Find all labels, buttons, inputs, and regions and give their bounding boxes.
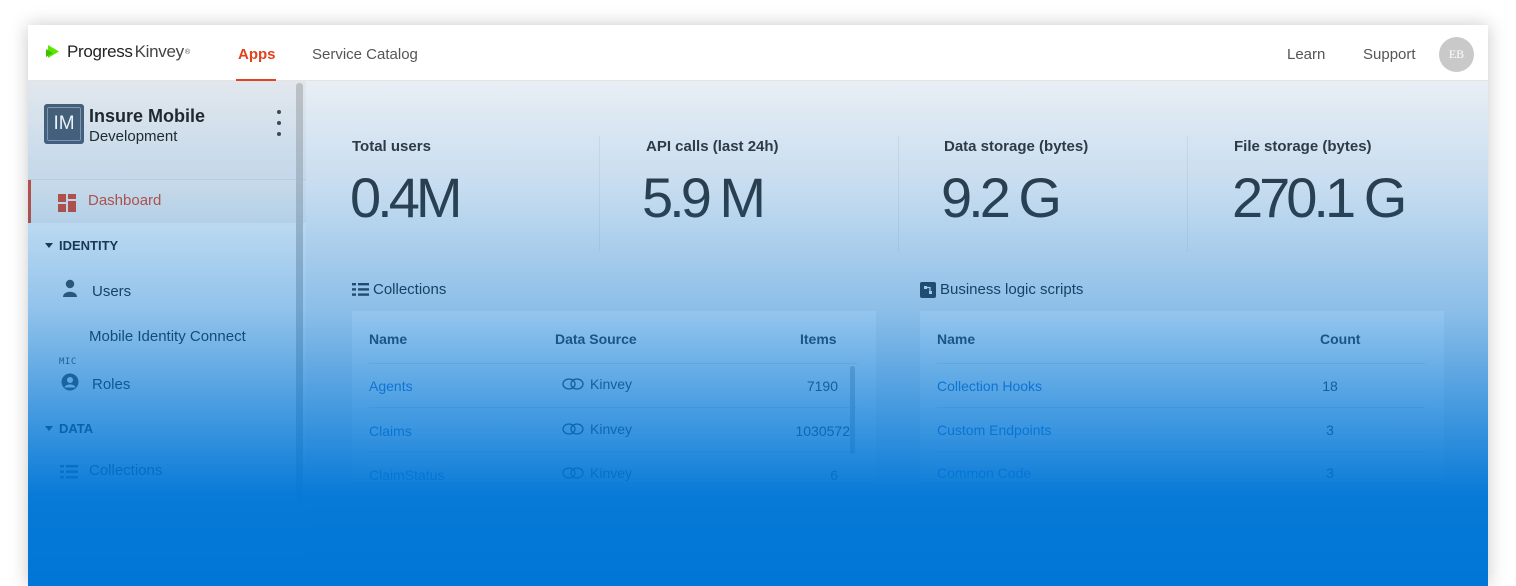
user-icon [63,279,77,297]
script-type-link[interactable]: Custom Endpoints [937,422,1051,438]
stat-api-calls-value: 5.9 M [642,166,766,229]
stat-total-users-value: 0.4M [350,166,462,229]
user-avatar[interactable]: EB [1439,37,1474,72]
business-logic-table: Name Count Collection Hooks 18 Custom En… [920,311,1444,481]
roles-icon [61,373,79,391]
data-source-cell: Kinvey [562,421,632,437]
logo-brand-text: Progress [67,42,133,61]
collection-items-count: 1030572 [795,423,850,439]
progress-kinvey-logo[interactable]: Progress Kinvey ® [44,42,190,62]
dashboard-icon [58,194,76,212]
collections-icon [60,465,78,479]
mic-icon: MIC [59,357,77,367]
app-switcher-header[interactable]: IM Insure Mobile Development [28,81,306,180]
column-header-items[interactable]: Items [800,331,837,347]
script-type-link[interactable]: Common Code [937,465,1031,481]
business-logic-panel-title: Business logic scripts [920,281,1083,298]
collection-name-link[interactable]: ClaimStatus [369,467,444,483]
column-header-data-source[interactable]: Data Source [555,331,637,347]
collections-scrollbar[interactable] [850,366,855,454]
sidebar-item-roles[interactable]: Roles [92,376,130,393]
logo-product-text: Kinvey [134,42,185,61]
nav-apps-link[interactable]: Apps [238,46,276,63]
sidebar-item-collections[interactable]: Collections [89,462,162,479]
collection-name-link[interactable]: Claims [369,423,412,439]
kinvey-source-icon [562,378,584,390]
logo-trademark: ® [184,48,191,56]
column-header-name[interactable]: Name [937,331,975,347]
stat-file-storage-label: File storage (bytes) [1234,138,1372,155]
content-area: IM Insure Mobile Development Dashboard I… [28,81,1488,586]
collections-panel-title: Collections [352,281,446,298]
top-nav-bar: Progress Kinvey ® Apps Service Catalog L… [28,25,1488,81]
caret-down-icon [45,243,53,248]
column-header-count[interactable]: Count [1320,331,1360,347]
stat-api-calls-label: API calls (last 24h) [646,138,779,155]
sidebar-item-users[interactable]: Users [92,283,131,300]
collection-name-link[interactable]: Agents [369,378,413,394]
nav-support-link[interactable]: Support [1363,46,1416,63]
nav-service-catalog-link[interactable]: Service Catalog [312,46,418,63]
sidebar: IM Insure Mobile Development Dashboard I… [28,81,306,586]
app-window: Progress Kinvey ® Apps Service Catalog L… [28,25,1488,586]
kinvey-source-icon [562,467,584,479]
stat-file-storage-value: 270.1 G [1232,166,1407,229]
active-nav-indicator [236,79,276,81]
collections-table: Name Data Source Items Agents Kinvey 719… [352,311,876,483]
business-logic-icon [920,281,936,298]
app-environment: Development [89,128,178,145]
data-source-cell: Kinvey [562,376,632,392]
dashboard-main: Total users 0.4M API calls (last 24h) 5.… [306,81,1488,586]
stat-total-users-label: Total users [352,138,431,155]
collection-items-count: 6 [830,467,838,483]
app-icon: IM [44,104,84,144]
more-options-icon[interactable] [274,110,284,140]
stat-data-storage-value: 9.2 G [941,166,1062,229]
script-count: 3 [1326,465,1334,481]
script-count: 18 [1322,378,1338,394]
caret-down-icon [45,426,53,431]
stat-data-storage-label: Data storage (bytes) [944,138,1089,155]
section-identity[interactable]: IDENTITY [45,238,118,253]
app-name: Insure Mobile [89,106,206,126]
section-data[interactable]: DATA [45,421,93,436]
collections-icon [352,283,369,296]
script-type-link[interactable]: Collection Hooks [937,378,1042,394]
progress-logo-icon [46,45,59,58]
sidebar-item-label: Dashboard [88,192,162,209]
data-source-cell: Kinvey [562,465,632,481]
column-header-name[interactable]: Name [369,331,407,347]
nav-learn-link[interactable]: Learn [1287,46,1325,63]
kinvey-source-icon [562,423,584,435]
script-count: 3 [1326,422,1334,438]
sidebar-item-mobile-identity-connect[interactable]: Mobile Identity Connect [89,328,246,345]
collection-items-count: 7190 [806,378,838,394]
sidebar-scrollbar[interactable] [296,83,303,503]
